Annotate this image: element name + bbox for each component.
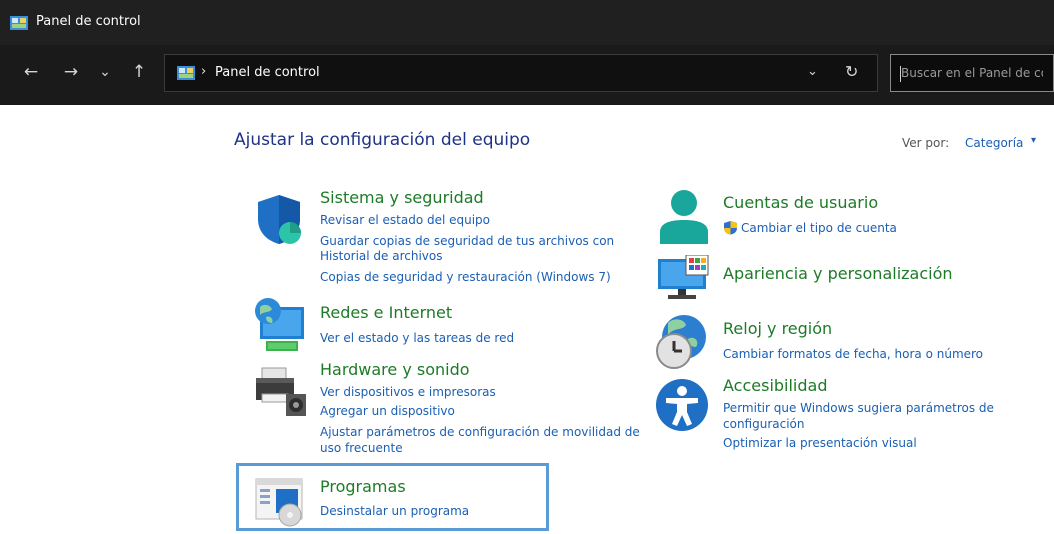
link-change-date-formats[interactable]: Cambiar formatos de fecha, hora o número [723,346,983,362]
link-backup-restore[interactable]: Copias de seguridad y restauración (Wind… [320,269,611,285]
link-change-account-type[interactable]: Cambiar el tipo de cuenta [741,220,897,236]
address-bar[interactable]: › Panel de control ⌄ ↻ [164,54,878,92]
category-hardware-sound[interactable]: Hardware y sonido [320,360,470,379]
link-file-history[interactable]: Historial de archivos [320,248,443,264]
accessibility-icon[interactable] [654,378,710,432]
link-backup-files[interactable]: Guardar copias de seguridad de tus archi… [320,233,614,249]
refresh-icon[interactable]: ↻ [845,62,858,81]
link-mobility-settings[interactable]: Ajustar parámetros de configuración de m… [320,424,640,440]
category-user-accounts[interactable]: Cuentas de usuario [723,193,878,212]
breadcrumb-separator-icon[interactable]: › [201,64,206,79]
category-system-security[interactable]: Sistema y seguridad [320,188,484,207]
view-by-dropdown[interactable]: Categoría [965,136,1023,150]
shield-icon[interactable] [254,193,304,245]
uac-shield-icon [724,221,737,235]
search-input[interactable] [891,55,1053,91]
category-appearance[interactable]: Apariencia y personalización [723,264,953,283]
clock-globe-icon[interactable] [654,313,710,371]
address-dropdown-icon[interactable]: ⌄ [807,64,818,79]
category-clock-region[interactable]: Reloj y región [723,319,832,338]
link-windows-suggest-settings-cont[interactable]: configuración [723,416,805,432]
category-accessibility[interactable]: Accesibilidad [723,376,828,395]
printer-icon[interactable] [254,366,308,418]
link-review-computer-status[interactable]: Revisar el estado del equipo [320,212,490,228]
link-windows-suggest-settings[interactable]: Permitir que Windows sugiera parámetros … [723,400,994,416]
monitor-appearance-icon[interactable] [656,255,712,301]
category-programs[interactable]: Programas [320,477,406,496]
view-by-label: Ver por: [902,136,950,150]
control-panel-icon [177,66,195,80]
link-add-device[interactable]: Agregar un dispositivo [320,403,455,419]
view-by-caret-icon[interactable]: ▾ [1031,135,1036,146]
programs-icon[interactable] [254,475,308,527]
back-arrow-icon[interactable]: ← [20,62,42,82]
search-box[interactable] [890,54,1054,92]
window-title: Panel de control [36,14,141,29]
control-panel-icon [10,16,28,30]
forward-arrow-icon[interactable]: → [60,62,82,82]
recent-locations-chevron-icon[interactable]: ⌄ [94,62,116,82]
link-uninstall-program[interactable]: Desinstalar un programa [320,503,469,519]
link-optimize-visual-display[interactable]: Optimizar la presentación visual [723,435,917,451]
link-mobility-settings-cont[interactable]: uso frecuente [320,440,403,456]
up-arrow-icon[interactable]: ↑ [128,62,150,82]
network-globe-icon[interactable] [250,297,308,355]
page-title: Ajustar la configuración del equipo [234,130,531,150]
title-bar: Panel de control [0,0,1054,45]
navigation-bar: ← → ⌄ ↑ › Panel de control ⌄ ↻ [0,45,1054,105]
link-devices-printers[interactable]: Ver dispositivos e impresoras [320,384,496,400]
user-account-icon[interactable] [658,188,710,244]
breadcrumb-control-panel[interactable]: Panel de control [215,65,320,80]
text-cursor [900,66,901,82]
category-network-internet[interactable]: Redes e Internet [320,303,452,322]
link-network-status[interactable]: Ver el estado y las tareas de red [320,330,514,346]
